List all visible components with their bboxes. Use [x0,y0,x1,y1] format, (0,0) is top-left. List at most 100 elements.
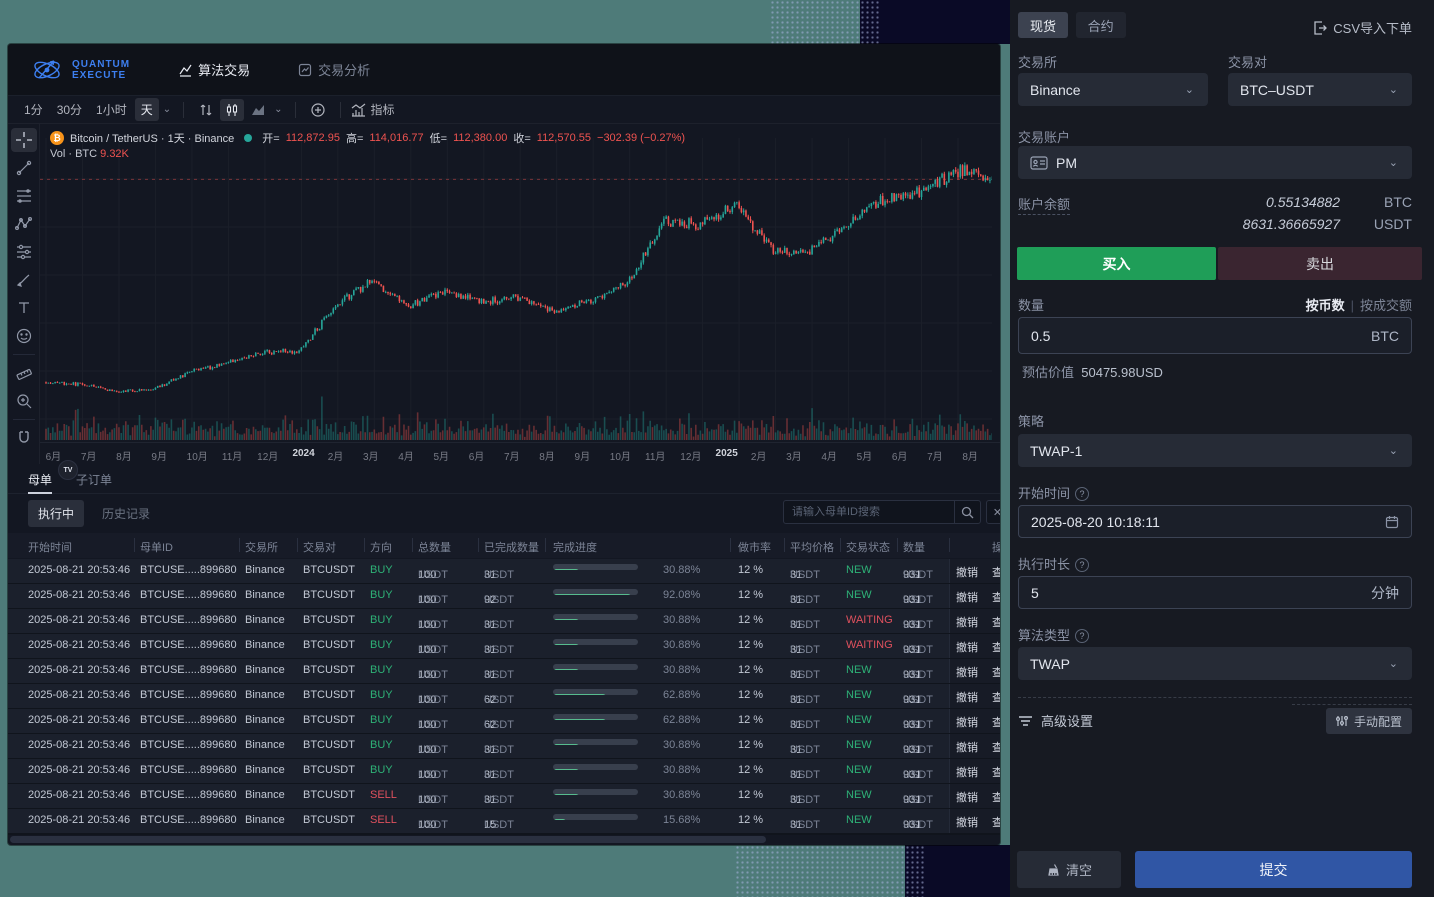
quantity-input[interactable] [1031,328,1363,344]
forecast-tool-icon[interactable] [11,240,37,264]
duration-input-wrap: 分钟 [1018,576,1412,609]
ohlc-open-value: 112,872.95 [286,132,340,144]
order-cancel-button[interactable]: 撤销 [956,689,978,705]
indicators-button[interactable]: 指标 [351,101,395,118]
start-time-help-icon[interactable]: ? [1075,487,1089,501]
exchange-select[interactable]: Binance⌄ [1018,73,1208,106]
submit-button[interactable]: 提交 [1135,851,1412,888]
order-view-button[interactable]: 查看 [992,714,1000,730]
header-separator [297,538,298,552]
order-parent-id: BTCUSE.....899680 [140,764,237,776]
order-row: 2025-08-21 20:53:46BTCUSE.....899680Bina… [8,684,1000,708]
chart-symbol-title[interactable]: Bitcoin / TetherUS · 1天 · Binance [70,130,234,146]
order-cancel-button[interactable]: 撤销 [956,714,978,730]
ohlc-close-label: 收= [513,130,530,146]
algo-type-select[interactable]: TWAP⌄ [1018,647,1412,680]
magnet-tool-icon[interactable] [11,426,37,450]
tab-parent-orders[interactable]: 母单 [28,464,52,494]
compare-add-icon[interactable] [306,99,330,121]
style-caret-icon[interactable]: ⌄ [274,104,282,115]
crosshair-tool-icon[interactable] [11,128,37,152]
strategy-select[interactable]: TWAP-1⌄ [1018,434,1412,467]
order-view-button[interactable]: 查看 [992,664,1000,680]
order-cancel-button[interactable]: 撤销 [956,814,978,830]
tab-spot[interactable]: 现货 [1018,12,1068,38]
mode-by-notional[interactable]: 按成交额 [1360,298,1412,313]
start-time-input[interactable] [1031,514,1385,530]
order-row: 2025-08-21 20:53:46BTCUSE.....899680Bina… [8,559,1000,583]
search-icon[interactable] [954,501,980,523]
order-cancel-button[interactable]: 撤销 [956,639,978,655]
orders-column-header: 完成进度 [553,539,597,555]
clear-button[interactable]: 清空 [1017,851,1121,888]
price-chart[interactable]: ₿ Bitcoin / TetherUS · 1天 · Binance 开=11… [40,124,1000,442]
nav-trade-analysis[interactable]: 交易分析 [298,60,370,79]
ruler-tool-icon[interactable] [11,361,37,385]
orders-column-header: 做市率 [738,539,771,555]
algo-type-help-icon[interactable]: ? [1075,629,1089,643]
order-search-input[interactable] [784,506,954,518]
candlestick-style-icon[interactable] [220,99,244,121]
manual-config-button[interactable]: 手动配置 [1326,708,1412,734]
nav-algo-trading[interactable]: 算法交易 [178,60,250,79]
bar-change-icon[interactable] [194,99,218,121]
pair-select[interactable]: BTC–USDT⌄ [1228,73,1412,106]
x-axis-tick: 5月 [433,448,449,463]
strategy-value: TWAP-1 [1030,443,1082,459]
calendar-icon[interactable] [1385,515,1399,529]
timeframe-30m[interactable]: 30分 [51,98,88,121]
order-cancel-button[interactable]: 撤销 [956,664,978,680]
orders-column-header: 数量 [903,539,925,555]
duration-input[interactable] [1031,585,1363,601]
order-pair: BTCUSDT [303,589,355,601]
order-view-button[interactable]: 查看 [992,789,1000,805]
order-view-button[interactable]: 查看 [992,689,1000,705]
brush-tool-icon[interactable] [11,268,37,292]
account-select[interactable]: PM⌄ [1018,146,1412,179]
mode-by-coin[interactable]: 按币数 [1306,298,1345,313]
emoji-tool-icon[interactable] [11,324,37,348]
area-style-icon[interactable] [246,99,270,121]
search-close-button[interactable]: ✕ [986,500,1000,524]
order-view-button[interactable]: 查看 [992,564,1000,580]
tab-futures[interactable]: 合约 [1076,12,1126,38]
duration-help-icon[interactable]: ? [1075,558,1089,572]
timeframe-1h[interactable]: 1小时 [90,98,133,121]
order-cancel-button[interactable]: 撤销 [956,739,978,755]
order-cancel-button[interactable]: 撤销 [956,614,978,630]
order-cancel-button[interactable]: 撤销 [956,564,978,580]
order-exchange: Binance [245,614,285,626]
order-view-button[interactable]: 查看 [992,814,1000,830]
filter-history[interactable]: 历史记录 [92,500,160,527]
algo-type-value: TWAP [1030,656,1070,672]
zoom-in-tool-icon[interactable] [11,389,37,413]
filter-running[interactable]: 执行中 [28,500,84,527]
timeframe-1m[interactable]: 1分 [18,98,49,121]
order-view-button[interactable]: 查看 [992,589,1000,605]
horizontal-scrollbar-thumb[interactable] [10,836,766,843]
order-cancel-button[interactable]: 撤销 [956,589,978,605]
chart-x-axis[interactable]: 6月7月8月9月10月11月12月20242月3月4月5月6月7月8月9月10月… [40,442,1000,464]
csv-import-button[interactable]: CSV导入下单 [1313,18,1412,37]
tradingview-watermark[interactable]: TV [58,460,78,480]
fib-lines-tool-icon[interactable] [11,184,37,208]
market-status-dot [244,134,252,142]
order-cancel-button[interactable]: 撤销 [956,789,978,805]
order-view-button[interactable]: 查看 [992,764,1000,780]
order-cancel-button[interactable]: 撤销 [956,764,978,780]
progress-fill [553,569,579,570]
pattern-tool-icon[interactable] [11,212,37,236]
trendline-tool-icon[interactable] [11,156,37,180]
order-view-button[interactable]: 查看 [992,614,1000,630]
tab-child-orders[interactable]: 子订单 [76,464,112,494]
advanced-settings-button[interactable]: 高级设置 [1018,711,1093,730]
buy-button[interactable]: 买入 [1017,247,1216,280]
text-tool-icon[interactable] [11,296,37,320]
sell-button[interactable]: 卖出 [1218,247,1422,280]
timeframe-1d[interactable]: 天 [135,98,159,121]
order-exchange: Binance [245,764,285,776]
timeframe-caret-icon[interactable]: ⌄ [163,104,171,115]
order-view-button[interactable]: 查看 [992,639,1000,655]
app-logo[interactable]: QUANTUMEXECUTE [30,55,130,85]
order-view-button[interactable]: 查看 [992,739,1000,755]
